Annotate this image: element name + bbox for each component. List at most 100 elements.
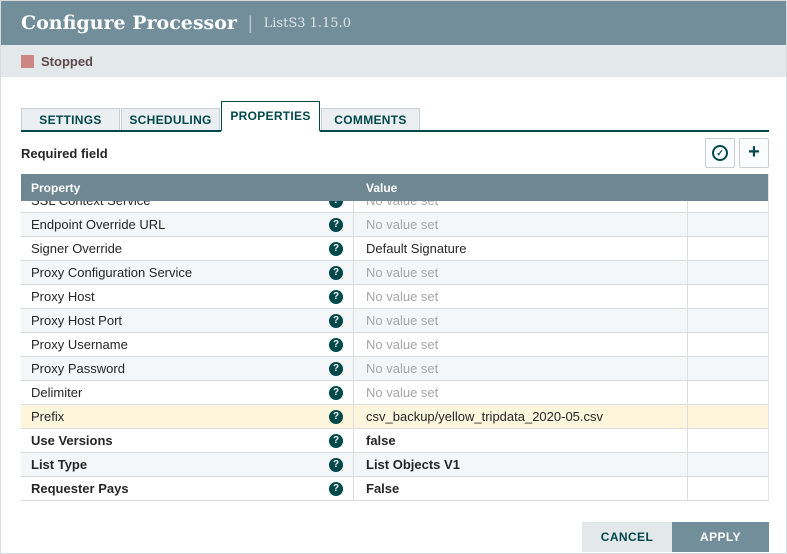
property-cell: Signer Override ? (21, 237, 353, 260)
status-bar: Stopped (1, 45, 786, 77)
property-value: Default Signature (366, 241, 466, 256)
property-name: List Type (31, 457, 87, 472)
value-cell[interactable]: No value set (353, 261, 688, 284)
property-row: Requester Pays ? False (21, 477, 768, 501)
row-actions-area (688, 477, 768, 500)
help-icon[interactable]: ? (329, 434, 343, 448)
property-name: Proxy Configuration Service (31, 265, 192, 280)
dialog-header: Configure Processor | ListS3 1.15.0 (1, 1, 786, 45)
property-name: Proxy Password (31, 361, 125, 376)
property-row: Delimiter ? No value set (21, 381, 768, 405)
help-icon[interactable]: ? (329, 386, 343, 400)
value-cell[interactable]: No value set (353, 381, 688, 404)
property-value: No value set (366, 201, 438, 208)
row-actions-area (688, 453, 768, 476)
property-cell: Proxy Password ? (21, 357, 353, 380)
row-actions-area (688, 429, 768, 452)
add-property-button[interactable]: + (739, 138, 769, 168)
property-value: No value set (366, 361, 438, 376)
value-cell[interactable]: Default Signature (353, 237, 688, 260)
help-icon[interactable]: ? (329, 242, 343, 256)
property-value: List Objects V1 (366, 457, 460, 472)
property-name: Proxy Host Port (31, 313, 122, 328)
property-value: No value set (366, 313, 438, 328)
row-actions-area (688, 333, 768, 356)
row-actions-area (688, 381, 768, 404)
property-row: Proxy Password ? No value set (21, 357, 768, 381)
value-cell[interactable]: csv_backup/yellow_tripdata_2020-05.csv (353, 405, 688, 428)
value-cell[interactable]: false (353, 429, 688, 452)
row-actions-area (688, 201, 768, 212)
property-row: Prefix ? csv_backup/yellow_tripdata_2020… (21, 405, 768, 429)
help-icon[interactable]: ? (329, 266, 343, 280)
property-cell: Proxy Username ? (21, 333, 353, 356)
property-name: Delimiter (31, 385, 82, 400)
row-actions-area (688, 285, 768, 308)
tab-scheduling[interactable]: SCHEDULING (121, 108, 220, 130)
property-row: List Type ? List Objects V1 (21, 453, 768, 477)
value-cell[interactable]: No value set (353, 201, 688, 212)
property-value: csv_backup/yellow_tripdata_2020-05.csv (366, 409, 603, 424)
property-row: Proxy Host ? No value set (21, 285, 768, 309)
value-cell[interactable]: List Objects V1 (353, 453, 688, 476)
tab-label: PROPERTIES (230, 109, 310, 123)
stopped-icon (21, 55, 34, 68)
help-icon[interactable]: ? (329, 338, 343, 352)
property-row: Proxy Username ? No value set (21, 333, 768, 357)
property-cell: Endpoint Override URL ? (21, 213, 353, 236)
property-name: Prefix (31, 409, 64, 424)
processor-name-version: ListS3 1.15.0 (264, 16, 351, 31)
property-value: No value set (366, 217, 438, 232)
property-cell: Proxy Host Port ? (21, 309, 353, 332)
plus-icon: + (748, 142, 760, 162)
tab-label: SCHEDULING (129, 113, 211, 127)
tab-settings[interactable]: SETTINGS (21, 108, 120, 130)
help-icon[interactable]: ? (329, 458, 343, 472)
apply-button[interactable]: APPLY (672, 522, 769, 552)
help-icon[interactable]: ? (329, 410, 343, 424)
table-header: Property Value (21, 174, 768, 201)
value-cell[interactable]: False (353, 477, 688, 500)
help-icon[interactable]: ? (329, 314, 343, 328)
property-cell: List Type ? (21, 453, 353, 476)
property-cell: Proxy Host ? (21, 285, 353, 308)
verify-properties-button[interactable]: ✓ (705, 138, 735, 168)
row-actions-area (688, 261, 768, 284)
property-cell: Proxy Configuration Service ? (21, 261, 353, 284)
table-body: Endpoint Override URL ? No value set Sig… (21, 213, 768, 501)
tab-label: COMMENTS (334, 113, 406, 127)
property-name: Proxy Host (31, 289, 95, 304)
property-name: Proxy Username (31, 337, 128, 352)
property-row: Proxy Host Port ? No value set (21, 309, 768, 333)
property-cell: Prefix ? (21, 405, 353, 428)
property-value: No value set (366, 337, 438, 352)
help-icon[interactable]: ? (329, 482, 343, 496)
row-actions-area (688, 357, 768, 380)
dialog-content: SETTINGS SCHEDULING PROPERTIES COMMENTS Req… (1, 100, 786, 552)
help-icon[interactable]: ? (329, 290, 343, 304)
property-row: Proxy Configuration Service ? No value s… (21, 261, 768, 285)
help-icon[interactable]: ? (329, 218, 343, 232)
value-cell[interactable]: No value set (353, 285, 688, 308)
property-value: No value set (366, 385, 438, 400)
help-icon[interactable]: ? (329, 362, 343, 376)
property-name: Endpoint Override URL (31, 217, 165, 232)
check-circle-icon: ✓ (712, 145, 728, 161)
property-row: Use Versions ? false (21, 429, 768, 453)
help-icon[interactable]: ? (329, 201, 343, 208)
property-name: SSL Context Service (31, 201, 150, 208)
value-cell[interactable]: No value set (353, 333, 688, 356)
tab-comments[interactable]: COMMENTS (321, 108, 420, 130)
tab-properties[interactable]: PROPERTIES (221, 101, 320, 132)
property-cell: Delimiter ? (21, 381, 353, 404)
cancel-button[interactable]: CANCEL (582, 522, 672, 552)
dialog-footer: CANCEL APPLY (21, 522, 769, 552)
value-cell[interactable]: No value set (353, 309, 688, 332)
scrolled-row-clip: SSL Context Service ? No value set (21, 201, 768, 213)
property-cell: Requester Pays ? (21, 477, 353, 500)
status-label: Stopped (41, 54, 93, 69)
row-actions-area (688, 405, 768, 428)
value-cell[interactable]: No value set (353, 357, 688, 380)
value-cell[interactable]: No value set (353, 213, 688, 236)
property-value: No value set (366, 265, 438, 280)
